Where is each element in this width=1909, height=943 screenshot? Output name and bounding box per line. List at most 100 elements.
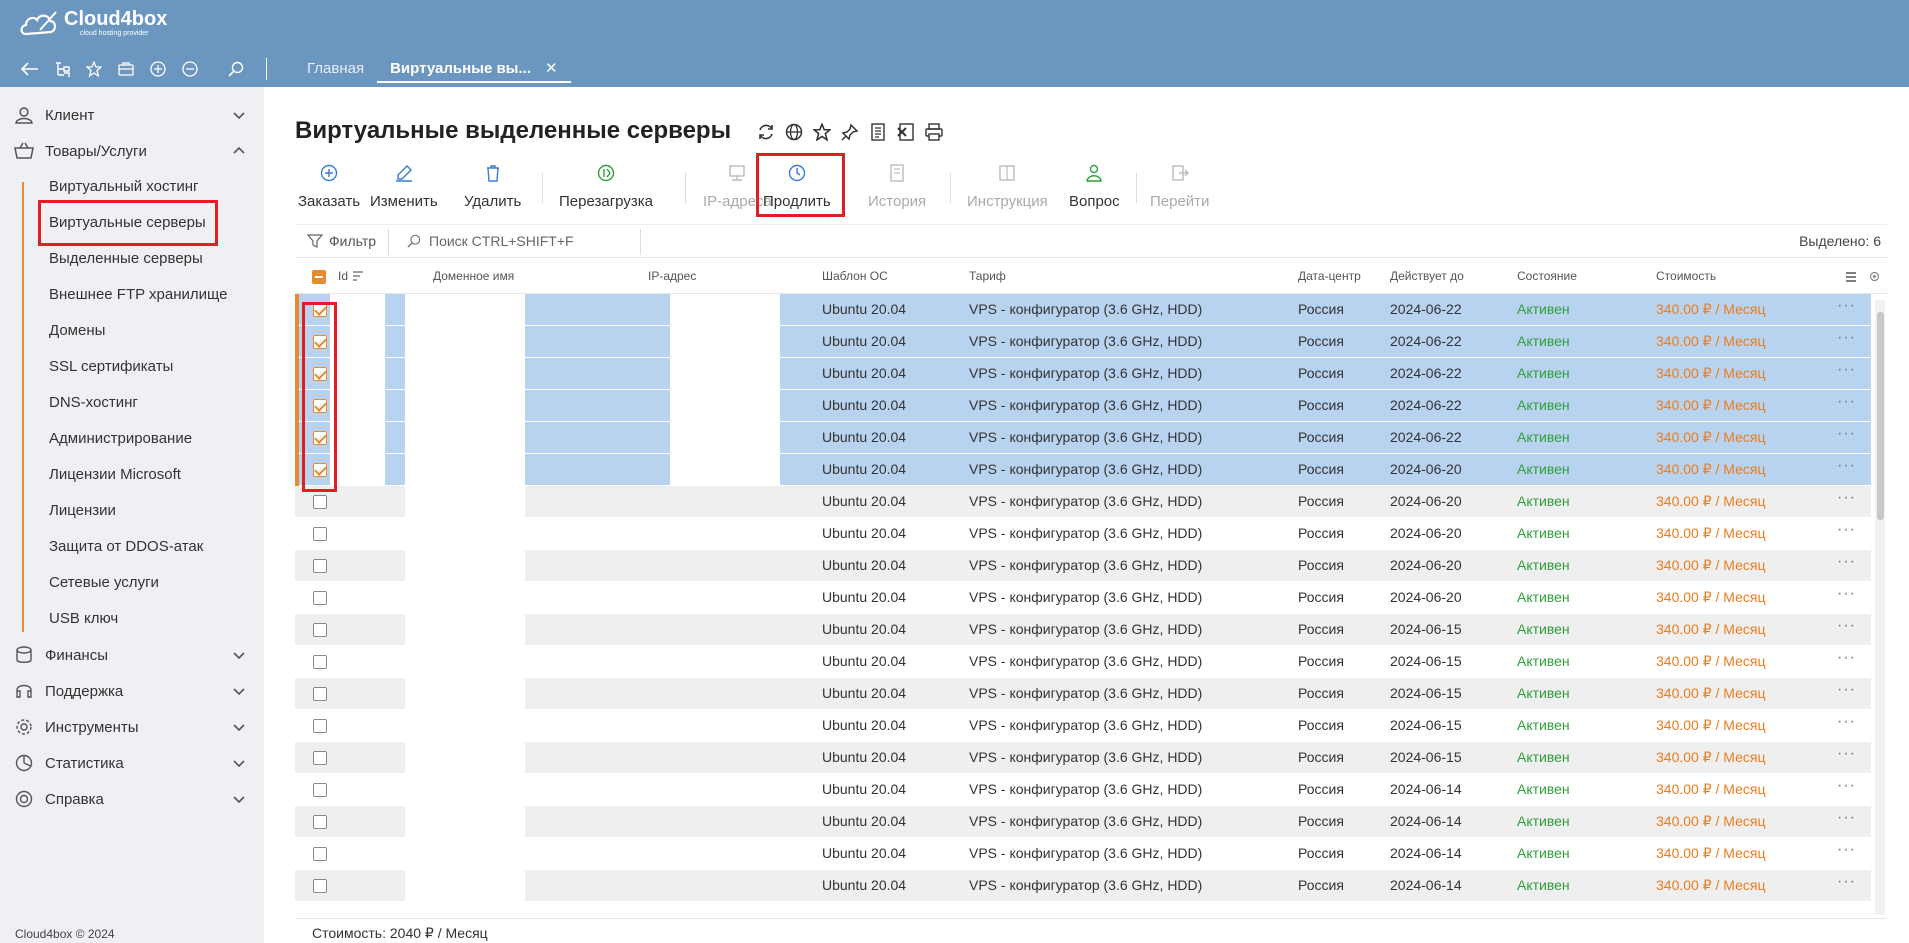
row-menu-icon[interactable]: ··· (1837, 489, 1856, 507)
filter-button[interactable]: Фильтр (307, 233, 376, 249)
sidebar-subitem-dedicated-servers[interactable]: Выделенные серверы (49, 244, 203, 274)
table-row[interactable]: Ubuntu 20.04 VPS - конфигуратор (3.6 GHz,… (295, 870, 1871, 902)
sidebar-subitem-domains[interactable]: Домены (49, 316, 105, 346)
row-checkbox[interactable] (313, 847, 327, 861)
row-menu-icon[interactable]: ··· (1837, 873, 1856, 891)
table-row[interactable]: Ubuntu 20.04 VPS - конфигуратор (3.6 GHz,… (295, 550, 1871, 582)
back-icon[interactable] (14, 58, 46, 80)
star-icon[interactable] (811, 121, 833, 143)
sidebar-item-products[interactable]: Товары/Услуги (0, 136, 264, 166)
table-row[interactable]: Ubuntu 20.04 VPS - конфигуратор (3.6 GHz,… (295, 454, 1871, 486)
refresh-icon[interactable] (755, 121, 777, 143)
header-domain[interactable]: Доменное имя (433, 269, 514, 283)
row-menu-icon[interactable]: ··· (1837, 713, 1856, 731)
table-row[interactable]: Ubuntu 20.04 VPS - конфигуратор (3.6 GHz,… (295, 742, 1871, 774)
row-checkbox[interactable] (313, 719, 327, 733)
print-icon[interactable] (923, 121, 945, 143)
row-checkbox[interactable] (313, 495, 327, 509)
row-menu-icon[interactable]: ··· (1837, 649, 1856, 667)
select-all-checkbox[interactable] (312, 270, 326, 284)
scrollbar-thumb[interactable] (1877, 312, 1884, 520)
header-ip[interactable]: IP-адрес (648, 269, 696, 283)
row-menu-icon[interactable]: ··· (1837, 681, 1856, 699)
table-row[interactable]: Ubuntu 20.04 VPS - конфигуратор (3.6 GHz,… (295, 646, 1871, 678)
sidebar-subitem-virtual-hosting[interactable]: Виртуальный хостинг (49, 172, 198, 202)
sidebar-item-help[interactable]: Справка (0, 784, 264, 814)
row-menu-icon[interactable]: ··· (1837, 841, 1856, 859)
instruction-button[interactable]: Инструкция (967, 159, 1048, 219)
row-checkbox[interactable] (313, 879, 327, 893)
sidebar-subitem-admin[interactable]: Администрирование (49, 424, 192, 454)
row-menu-icon[interactable]: ··· (1837, 297, 1856, 315)
row-menu-icon[interactable]: ··· (1837, 809, 1856, 827)
sidebar-subitem-network[interactable]: Сетевые услуги (49, 568, 159, 598)
table-row[interactable]: Ubuntu 20.04 VPS - конфигуратор (3.6 GHz,… (295, 486, 1871, 518)
excel-export-icon[interactable] (895, 121, 917, 143)
settings-icon[interactable] (1869, 271, 1880, 282)
row-menu-icon[interactable]: ··· (1837, 425, 1856, 443)
table-row[interactable]: Ubuntu 20.04 VPS - конфигуратор (3.6 GHz,… (295, 358, 1871, 390)
globe-icon[interactable] (783, 121, 805, 143)
edit-button[interactable]: Изменить (370, 159, 438, 219)
table-row[interactable]: Ubuntu 20.04 VPS - конфигуратор (3.6 GHz,… (295, 326, 1871, 358)
table-row[interactable]: Ubuntu 20.04 VPS - конфигуратор (3.6 GHz,… (295, 678, 1871, 710)
table-row[interactable]: Ubuntu 20.04 VPS - конфигуратор (3.6 GHz,… (295, 806, 1871, 838)
pin-icon[interactable] (839, 121, 861, 143)
document-icon[interactable] (867, 121, 889, 143)
delete-button[interactable]: Удалить (464, 159, 521, 219)
sidebar-item-tools[interactable]: Инструменты (0, 712, 264, 742)
table-row[interactable]: Ubuntu 20.04 VPS - конфигуратор (3.6 GHz,… (295, 582, 1871, 614)
header-datacenter[interactable]: Дата-центр (1298, 269, 1361, 283)
sidebar-subitem-licenses[interactable]: Лицензии (49, 496, 116, 526)
columns-icon[interactable] (1845, 272, 1857, 282)
sidebar-subitem-ms-licenses[interactable]: Лицензии Microsoft (49, 460, 181, 490)
row-checkbox[interactable] (313, 687, 327, 701)
table-row[interactable]: Ubuntu 20.04 VPS - конфигуратор (3.6 GHz,… (295, 710, 1871, 742)
sidebar-subitem-ftp-storage[interactable]: Внешнее FTP хранилище (49, 280, 228, 310)
sidebar-subitem-usb[interactable]: USB ключ (49, 604, 118, 634)
row-checkbox[interactable] (313, 559, 327, 573)
sidebar-item-client[interactable]: Клиент (0, 100, 264, 130)
row-checkbox[interactable] (313, 591, 327, 605)
row-menu-icon[interactable]: ··· (1837, 361, 1856, 379)
sidebar-item-finance[interactable]: Финансы (0, 640, 264, 670)
star-icon[interactable] (78, 58, 110, 80)
header-tariff[interactable]: Тариф (969, 269, 1006, 283)
row-menu-icon[interactable]: ··· (1837, 521, 1856, 539)
row-menu-icon[interactable]: ··· (1837, 553, 1856, 571)
expand-all-icon[interactable] (142, 58, 174, 80)
reboot-button[interactable]: Перезагрузка (559, 159, 653, 219)
collapse-all-icon[interactable] (174, 58, 206, 80)
search-input[interactable]: Поиск CTRL+SHIFT+F (407, 233, 574, 249)
header-valid-until[interactable]: Действует до (1390, 269, 1464, 283)
row-checkbox[interactable] (313, 783, 327, 797)
table-row[interactable]: Ubuntu 20.04 VPS - конфигуратор (3.6 GHz,… (295, 614, 1871, 646)
header-id[interactable]: Id (338, 269, 348, 283)
tree-icon[interactable] (46, 58, 78, 80)
goto-button[interactable]: Перейти (1150, 159, 1209, 219)
order-button[interactable]: Заказать (298, 159, 360, 219)
briefcase-icon[interactable] (110, 58, 142, 80)
row-checkbox[interactable] (313, 751, 327, 765)
row-menu-icon[interactable]: ··· (1837, 393, 1856, 411)
header-os[interactable]: Шаблон ОС (822, 269, 888, 283)
row-checkbox[interactable] (313, 815, 327, 829)
header-state[interactable]: Состояние (1517, 269, 1577, 283)
close-icon[interactable]: ✕ (545, 59, 558, 77)
history-button[interactable]: История (868, 159, 926, 219)
header-cost[interactable]: Стоимость (1656, 269, 1716, 283)
tab-home[interactable]: Главная (294, 55, 377, 83)
row-menu-icon[interactable]: ··· (1837, 585, 1856, 603)
row-checkbox[interactable] (313, 623, 327, 637)
row-menu-icon[interactable]: ··· (1837, 457, 1856, 475)
row-menu-icon[interactable]: ··· (1837, 745, 1856, 763)
table-row[interactable]: Ubuntu 20.04 VPS - конфигуратор (3.6 GHz,… (295, 422, 1871, 454)
sort-icon[interactable] (352, 271, 364, 281)
table-row[interactable]: Ubuntu 20.04 VPS - конфигуратор (3.6 GHz,… (295, 390, 1871, 422)
table-row[interactable]: Ubuntu 20.04 VPS - конфигуратор (3.6 GHz,… (295, 518, 1871, 550)
row-menu-icon[interactable]: ··· (1837, 617, 1856, 635)
question-button[interactable]: Вопрос (1069, 159, 1120, 219)
table-row[interactable]: Ubuntu 20.04 VPS - конфигуратор (3.6 GHz,… (295, 774, 1871, 806)
sidebar-item-support[interactable]: Поддержка (0, 676, 264, 706)
sidebar-subitem-dns[interactable]: DNS-хостинг (49, 388, 138, 418)
